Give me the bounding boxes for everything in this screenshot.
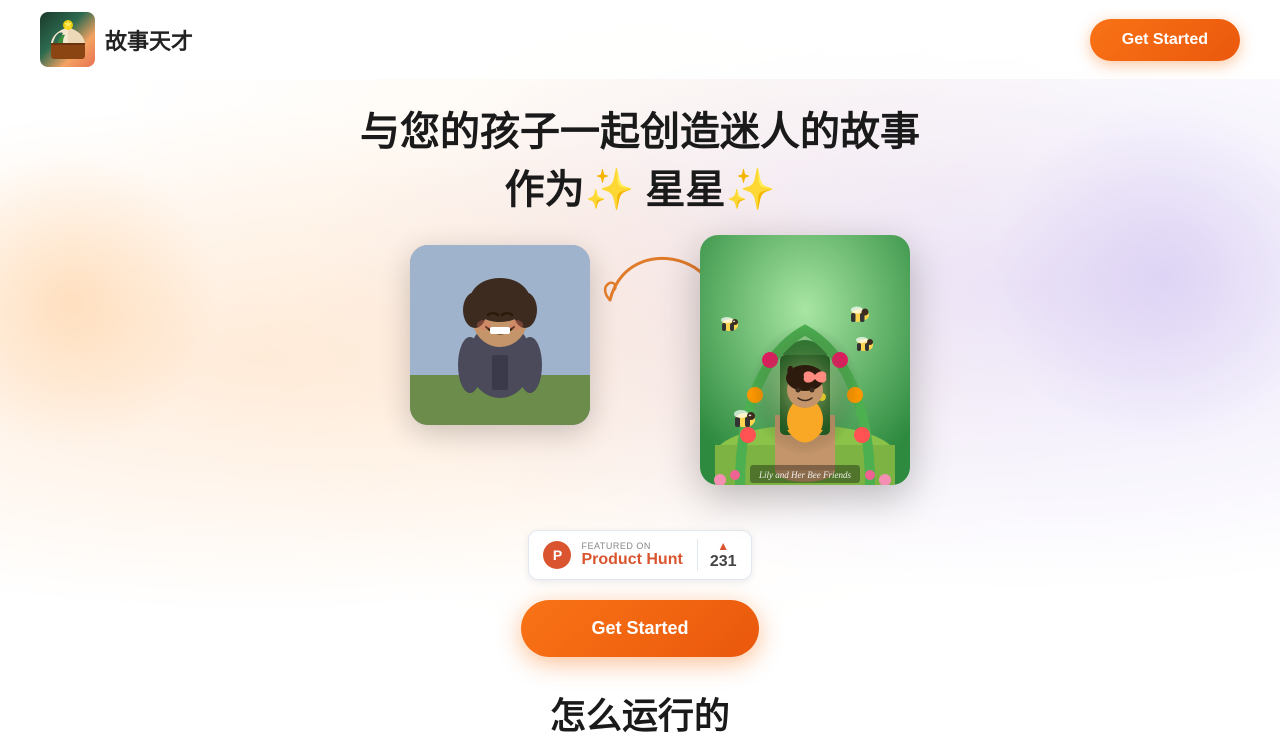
- ph-vote-count: 231: [710, 553, 737, 571]
- main-content: 与您的孩子一起创造迷人的故事 作为✨ 星星✨: [0, 79, 1280, 739]
- headline-line1: 与您的孩子一起创造迷人的故事: [360, 99, 920, 157]
- product-hunt-badge[interactable]: P FEATURED ON Product Hunt ▲ 231: [528, 530, 751, 580]
- bottom-section: 怎么运行的: [550, 687, 730, 739]
- headline: 与您的孩子一起创造迷人的故事 作为✨ 星星✨: [360, 99, 920, 215]
- ph-arrow-icon: ▲: [717, 539, 729, 553]
- storybook-cover: Lily and Her Bee Friends: [700, 235, 910, 485]
- nav-get-started-button[interactable]: Get Started: [1090, 19, 1240, 61]
- ph-featured-on: FEATURED ON: [581, 541, 682, 551]
- ph-product-name: Product Hunt: [581, 551, 682, 569]
- product-hunt-logo: P: [543, 541, 571, 569]
- app-name: 故事天才: [105, 24, 193, 56]
- hero-images: Lily and Her Bee Friends: [290, 235, 990, 515]
- logo-image: [40, 12, 95, 67]
- logo-area: 故事天才: [40, 12, 193, 67]
- svg-text:Lily and Her Bee Friends: Lily and Her Bee Friends: [758, 470, 851, 480]
- headline-line2: 作为✨ 星星✨: [360, 157, 920, 215]
- cta-get-started-button[interactable]: Get Started: [521, 600, 758, 657]
- navbar: 故事天才 Get Started: [0, 0, 1280, 79]
- ph-text-group: FEATURED ON Product Hunt: [581, 541, 682, 569]
- how-it-works-title: 怎么运行的: [550, 687, 730, 739]
- child-photo: [410, 245, 590, 425]
- ph-votes: ▲ 231: [697, 539, 737, 571]
